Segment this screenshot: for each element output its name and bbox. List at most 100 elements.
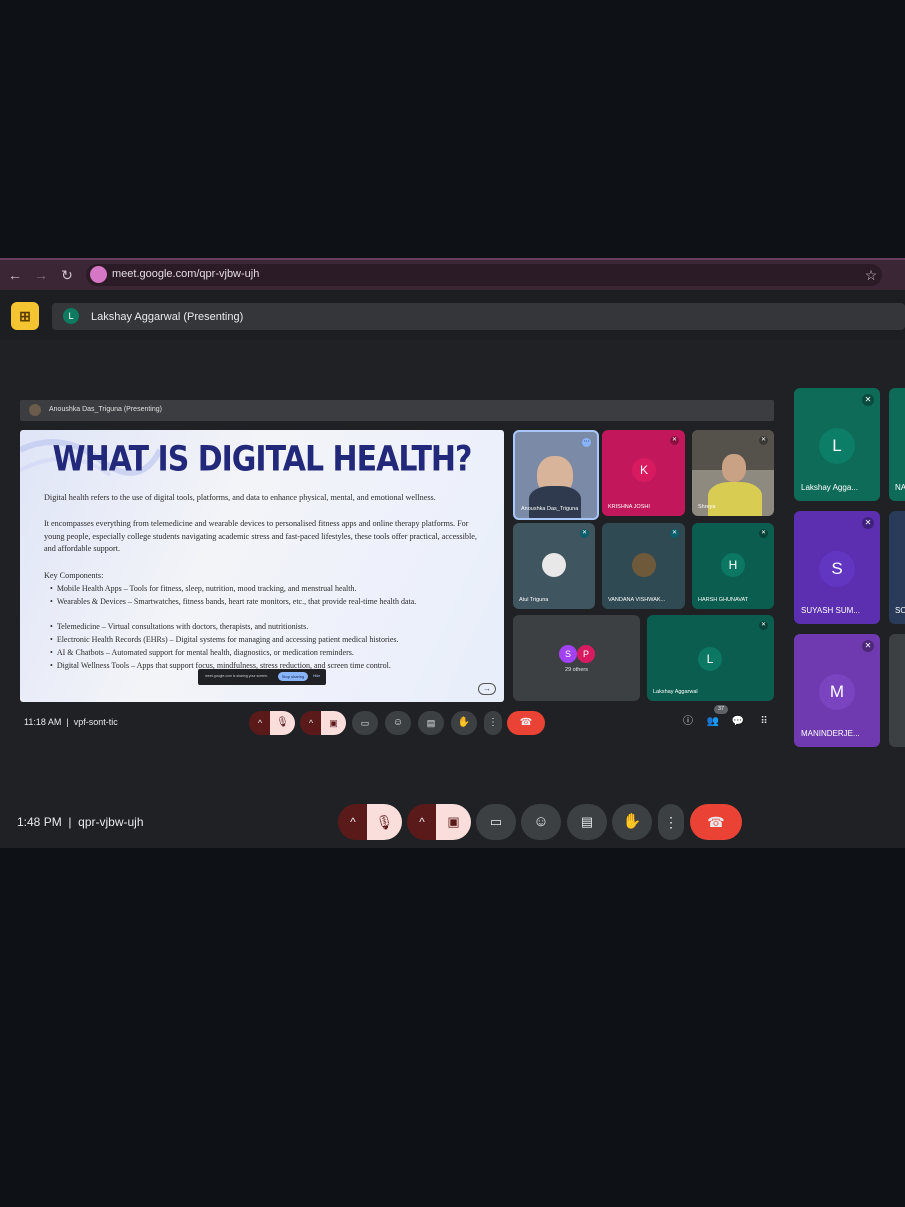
participant-tile[interactable]: ✕ Atul Triguna <box>513 523 595 609</box>
share-toast-text: meet.google.com is sharing your screen. <box>205 674 269 678</box>
outer-time-code: 1:48 PM | qpr-vjbw-ujh <box>17 815 144 829</box>
participant-name: Anoushka Das_Triguna <box>521 506 579 512</box>
participant-photo <box>542 553 566 577</box>
participant-tile-partial[interactable] <box>889 634 905 747</box>
emoji-reaction-icon[interactable]: ☺ <box>385 711 411 735</box>
activities-icon[interactable]: ⠿ <box>756 714 772 730</box>
participant-avatar: K <box>632 458 656 482</box>
bookmark-star-icon[interactable]: ☆ <box>862 266 880 284</box>
forward-arrow-icon[interactable]: → <box>32 266 50 284</box>
outer-clock: 1:48 PM <box>17 815 62 829</box>
participant-tile-partial[interactable]: SO <box>889 511 905 624</box>
presenting-label: Lakshay Aggarwal (Presenting) <box>91 311 244 323</box>
captions-icon[interactable]: ▤ <box>567 804 607 840</box>
participant-tile[interactable]: H ✕ HARSH GHUNAVAT <box>692 523 774 609</box>
back-arrow-icon[interactable]: ← <box>6 266 24 284</box>
inner-clock: 11:18 AM <box>24 717 62 727</box>
mic-off-icon: ✕ <box>759 621 768 630</box>
participant-tile[interactable]: K ✕ KRISHNA JOSHI <box>602 430 685 516</box>
people-icon[interactable]: 👥 <box>705 714 721 730</box>
participant-tile[interactable]: ✕ VANDANA VISHWAK... <box>602 523 685 609</box>
stop-sharing-button[interactable]: Stop sharing <box>278 672 308 681</box>
presentation-slide: WHAT IS DIGITAL HEALTH? Digital health r… <box>20 430 504 702</box>
mic-off-icon: ✕ <box>862 517 874 529</box>
mic-off-icon: ✕ <box>759 436 768 445</box>
participant-avatar: L <box>698 647 722 671</box>
participant-name: HARSH GHUNAVAT <box>698 597 749 603</box>
camera-options-chevron-icon[interactable]: ^ <box>407 804 437 840</box>
leave-call-button[interactable]: ☎ <box>507 711 545 735</box>
url-text[interactable]: meet.google.com/qpr-vjbw-ujh <box>112 268 259 280</box>
camera-off-button[interactable]: ▣ <box>436 804 471 840</box>
mic-off-icon: ✕ <box>862 394 874 406</box>
slide-bullet: • Mobile Health Apps – Tools for fitness… <box>50 584 357 593</box>
participant-name: MANINDERJE... <box>801 729 860 738</box>
participant-photo <box>632 553 656 577</box>
others-count: 29 others <box>565 667 588 673</box>
participant-video <box>722 454 746 482</box>
meeting-info-icon[interactable]: ⓘ <box>680 714 696 730</box>
participant-name: Shreya <box>698 504 716 510</box>
inner-meeting-code: vpf-sont-tic <box>73 717 118 727</box>
participant-tile[interactable]: ⋯ Anoushka Das_Triguna <box>513 430 599 520</box>
slide-bullet: • AI & Chatbots – Automated support for … <box>50 648 354 657</box>
others-avatar: S <box>559 645 577 663</box>
participant-name: Lakshay Aggarwal <box>653 689 698 695</box>
reload-icon[interactable]: ↻ <box>58 266 76 284</box>
mic-off-icon: ✕ <box>759 529 768 538</box>
slide-key-heading: Key Components: <box>44 571 104 580</box>
mic-off-button[interactable]: 🎙 <box>367 804 402 840</box>
participant-tile[interactable]: ✕ Shreya <box>692 430 774 516</box>
site-info-icon[interactable] <box>90 266 107 283</box>
camera-off-button[interactable]: ▣ <box>321 711 346 735</box>
slide-bullet: • Telemedicine – Virtual consultations w… <box>50 622 309 631</box>
mic-off-icon: ✕ <box>580 529 589 538</box>
participant-tile[interactable]: L ✕ Lakshay Aggarwal <box>647 615 774 701</box>
participant-tile[interactable]: M ✕ MANINDERJE... <box>794 634 880 747</box>
more-options-icon[interactable]: ⋮ <box>484 711 502 735</box>
hide-toast-button[interactable]: Hide <box>313 674 320 678</box>
participant-avatar: S <box>819 551 855 587</box>
present-screen-icon[interactable]: ▭ <box>352 711 378 735</box>
mic-off-icon: ✕ <box>862 640 874 652</box>
others-avatar: P <box>577 645 595 663</box>
participant-avatar: H <box>721 553 745 577</box>
others-tile[interactable]: S P 29 others <box>513 615 640 701</box>
participant-name: Atul Triguna <box>519 597 549 603</box>
mic-options-chevron-icon[interactable]: ^ <box>249 711 271 735</box>
mic-options-chevron-icon[interactable]: ^ <box>338 804 368 840</box>
participant-name: SUYASH SUM... <box>801 606 860 615</box>
inner-presenter-avatar <box>29 404 41 416</box>
slide-paragraph-2: It encompasses everything from telemedic… <box>44 519 477 554</box>
more-options-icon[interactable]: ⋮ <box>658 804 684 840</box>
captions-icon[interactable]: ▤ <box>418 711 444 735</box>
participant-name: VANDANA VISHWAK... <box>608 597 666 603</box>
app-logo-icon: ⊞ <box>11 302 39 330</box>
more-options-icon[interactable]: ⋯ <box>582 438 591 447</box>
screen-share-toast: meet.google.com is sharing your screen. … <box>198 669 326 685</box>
participant-avatar: L <box>819 428 855 464</box>
raise-hand-icon[interactable]: ✋ <box>451 711 477 735</box>
mic-off-icon: ✕ <box>670 436 679 445</box>
inner-presenting-label: Anoushka Das_Triguna (Presenting) <box>49 406 162 413</box>
participant-name: Lakshay Agga... <box>801 483 858 492</box>
outer-meeting-code: qpr-vjbw-ujh <box>78 815 144 829</box>
present-screen-icon[interactable]: ▭ <box>476 804 516 840</box>
chat-icon[interactable]: 💬 <box>730 714 746 730</box>
emoji-reaction-icon[interactable]: ☺ <box>521 804 561 840</box>
raise-hand-icon[interactable]: ✋ <box>612 804 652 840</box>
participants-badge: 37 <box>714 705 728 714</box>
mic-off-button[interactable]: 🎙 <box>270 711 295 735</box>
participant-tile[interactable]: S ✕ SUYASH SUM... <box>794 511 880 624</box>
participant-name: NA <box>895 483 905 492</box>
participant-name: SO <box>895 606 905 615</box>
browser-toolbar: ← → ↻ meet.google.com/qpr-vjbw-ujh ☆ <box>0 258 905 292</box>
camera-options-chevron-icon[interactable]: ^ <box>300 711 322 735</box>
participant-video <box>708 482 762 516</box>
participant-tile-partial[interactable]: NA <box>889 388 905 501</box>
leave-call-button[interactable]: ☎ <box>690 804 742 840</box>
slide-bullet: • Electronic Health Records (EHRs) – Dig… <box>50 635 399 644</box>
next-slide-icon[interactable]: → <box>478 683 496 695</box>
inner-time-code: 11:18 AM | vpf-sont-tic <box>24 717 118 727</box>
participant-tile[interactable]: L ✕ Lakshay Agga... <box>794 388 880 501</box>
